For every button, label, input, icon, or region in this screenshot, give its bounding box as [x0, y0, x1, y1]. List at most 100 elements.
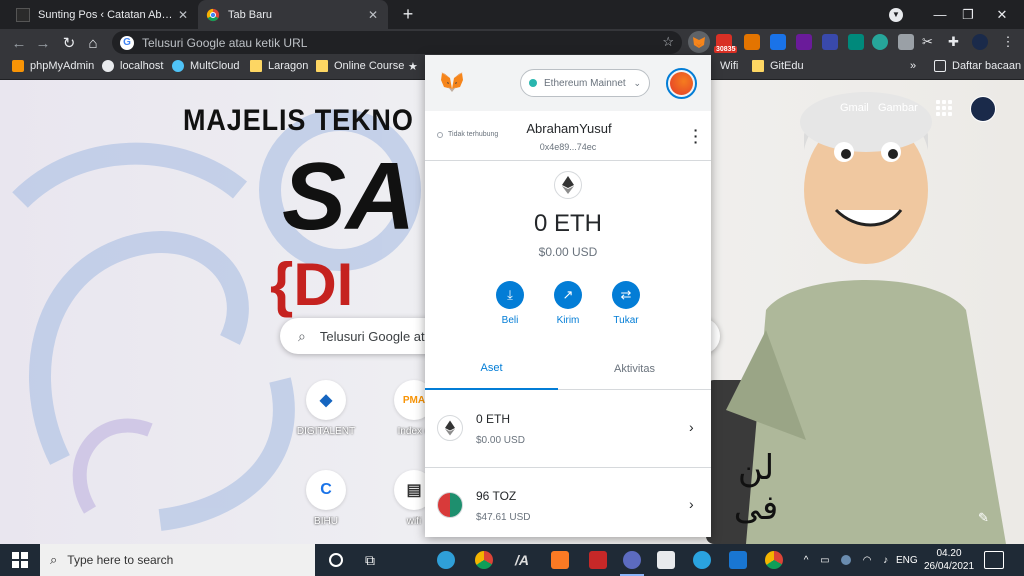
- menu-icon[interactable]: ⋮: [1000, 34, 1016, 50]
- reading-list-label: Daftar bacaan: [952, 60, 1022, 72]
- tab-new-tab[interactable]: Tab Baru ✕: [198, 0, 388, 29]
- globe-icon: [102, 60, 114, 72]
- taskbar-chrome-2[interactable]: [754, 544, 794, 576]
- account-options-icon[interactable]: · · ·: [691, 123, 701, 149]
- metamask-fox-icon[interactable]: [439, 69, 465, 95]
- taskbar-search[interactable]: ⌕ Type here to search: [40, 544, 315, 576]
- tab-assets[interactable]: Aset: [425, 348, 558, 390]
- profile-avatar[interactable]: [972, 34, 988, 50]
- app-icon: /A: [515, 552, 529, 568]
- account-address[interactable]: 0x4e89...74ec: [425, 142, 711, 152]
- bookmark-wifi[interactable]: Wifi: [720, 60, 738, 72]
- system-tray: ^ ▭ ◠ ♪: [798, 544, 894, 576]
- wallpaper-headline: MAJELIS TEKNO: [183, 104, 414, 137]
- extension-icon[interactable]: [898, 34, 914, 50]
- extension-icon[interactable]: [796, 34, 812, 50]
- address-placeholder: Telusuri Google atau ketik URL: [142, 35, 308, 50]
- home-button[interactable]: ⌂: [82, 32, 104, 54]
- metamask-header: Ethereum Mainnet ⌄: [425, 55, 711, 111]
- puzzle-icon[interactable]: ✚: [948, 34, 964, 50]
- forward-button[interactable]: →: [32, 32, 54, 54]
- translate-extension-icon[interactable]: [770, 34, 786, 50]
- network-icon[interactable]: ▭: [820, 555, 829, 566]
- swap-button[interactable]: ⇄ Tukar: [606, 281, 646, 326]
- apps-grid-icon[interactable]: [936, 100, 952, 116]
- address-bar[interactable]: G Telusuri Google atau ketik URL ☆: [112, 31, 682, 54]
- account-identicon[interactable]: [666, 68, 697, 99]
- folder-icon: [752, 60, 764, 72]
- customize-pencil-icon[interactable]: ✎: [978, 510, 989, 526]
- windows-icon: [12, 552, 28, 568]
- account-bar: Tidak terhubung AbrahamYusuf 0x4e89...74…: [425, 111, 711, 161]
- shortcut-digitalent[interactable]: ◆ DIGITALENT: [286, 380, 366, 437]
- network-name: Ethereum Mainnet: [544, 77, 626, 89]
- star-icon[interactable]: ★: [408, 60, 418, 73]
- account-name[interactable]: AbrahamYusuf: [425, 121, 711, 136]
- new-tab-button[interactable]: +: [398, 4, 418, 25]
- metamask-extension-button[interactable]: [688, 31, 710, 53]
- taskbar-clock[interactable]: 04.20 26/04/2021: [918, 547, 980, 573]
- tab-title: Sunting Pos ‹ Catatan Abraham Y: [38, 8, 176, 21]
- back-button[interactable]: ←: [8, 32, 30, 54]
- extension-icon[interactable]: [822, 34, 838, 50]
- wifi-icon[interactable]: ◠: [863, 555, 872, 566]
- asset-row-toz[interactable]: 96 TOZ $47.61 USD ›: [425, 469, 711, 537]
- browser-toolbar: ← → ↻ ⌂ G Telusuri Google atau ketik URL…: [0, 29, 1024, 56]
- tray-app-icon[interactable]: [841, 555, 852, 565]
- scissors-icon[interactable]: ✂: [922, 34, 938, 50]
- notification-center-icon[interactable]: [984, 551, 1004, 569]
- extension-icon[interactable]: [744, 34, 760, 50]
- bookmarks-overflow-button[interactable]: »: [910, 60, 916, 72]
- close-icon[interactable]: ✕: [176, 8, 190, 22]
- tab-activity[interactable]: Aktivitas: [568, 348, 701, 390]
- eth-icon: [437, 415, 463, 441]
- search-placeholder: Telusuri Google at: [319, 328, 425, 344]
- digitalent-icon: ◆: [306, 380, 346, 420]
- taskbar-xampp[interactable]: [540, 544, 580, 576]
- reload-button[interactable]: ↻: [58, 32, 80, 54]
- network-status-dot: [529, 79, 537, 87]
- bookmark-laragon[interactable]: Laragon: [250, 60, 308, 72]
- close-icon[interactable]: ✕: [366, 8, 380, 22]
- bookmark-localhost[interactable]: localhost: [102, 60, 163, 72]
- gmail-link[interactable]: Gmail: [840, 102, 869, 114]
- taskbar-chrome[interactable]: [464, 544, 504, 576]
- balance-amount: 0 ETH: [533, 210, 602, 237]
- bookmark-star-icon[interactable]: ☆: [662, 34, 674, 50]
- google-account-avatar[interactable]: [970, 96, 996, 122]
- taskbar-app[interactable]: /A: [502, 544, 542, 576]
- chrome-icon: [765, 551, 783, 569]
- task-view-icon: ⧉: [365, 551, 375, 568]
- chevron-up-icon[interactable]: ^: [804, 555, 809, 566]
- images-link[interactable]: Gambar: [878, 102, 918, 114]
- bookmark-multcloud[interactable]: MultCloud: [172, 60, 240, 72]
- circle-icon: [329, 553, 343, 567]
- buy-button[interactable]: ⤓ Beli: [490, 281, 530, 326]
- google-icon: G: [120, 35, 134, 50]
- bookmark-gitedu[interactable]: GitEdu: [752, 60, 804, 72]
- extension-icon[interactable]: [848, 34, 864, 50]
- tab-sunting-pos[interactable]: Sunting Pos ‹ Catatan Abraham Y ✕: [8, 0, 198, 29]
- shortcut-bihu[interactable]: C BIHU: [286, 470, 366, 527]
- tab-search-button[interactable]: ▼: [874, 0, 918, 29]
- close-window-button[interactable]: ✕: [980, 0, 1024, 29]
- language-indicator[interactable]: ENG: [896, 544, 918, 576]
- bookmark-phpmyadmin[interactable]: phpMyAdmin: [12, 60, 94, 72]
- taskbar-app[interactable]: [646, 544, 686, 576]
- volume-icon[interactable]: ♪: [883, 555, 888, 566]
- cloud-icon: [172, 60, 184, 72]
- start-button[interactable]: [0, 544, 40, 576]
- taskbar-edge[interactable]: [426, 544, 466, 576]
- taskbar-telegram[interactable]: [682, 544, 722, 576]
- bookmark-online-course[interactable]: Online Course: [316, 60, 404, 72]
- extension-icon[interactable]: [872, 34, 888, 50]
- bookmark-label: localhost: [120, 60, 164, 72]
- send-button[interactable]: ↗ Kirim: [548, 281, 588, 326]
- eth-icon: [554, 171, 582, 199]
- network-selector[interactable]: Ethereum Mainnet ⌄: [520, 69, 650, 97]
- reading-list-button[interactable]: Daftar bacaan: [934, 60, 1021, 72]
- asset-row-eth[interactable]: 0 ETH $0.00 USD ›: [425, 392, 711, 468]
- task-view-button[interactable]: ⧉: [350, 544, 390, 576]
- taskbar-mail[interactable]: [718, 544, 758, 576]
- metamask-popup: Ethereum Mainnet ⌄ Tidak terhubung Abrah…: [425, 55, 711, 537]
